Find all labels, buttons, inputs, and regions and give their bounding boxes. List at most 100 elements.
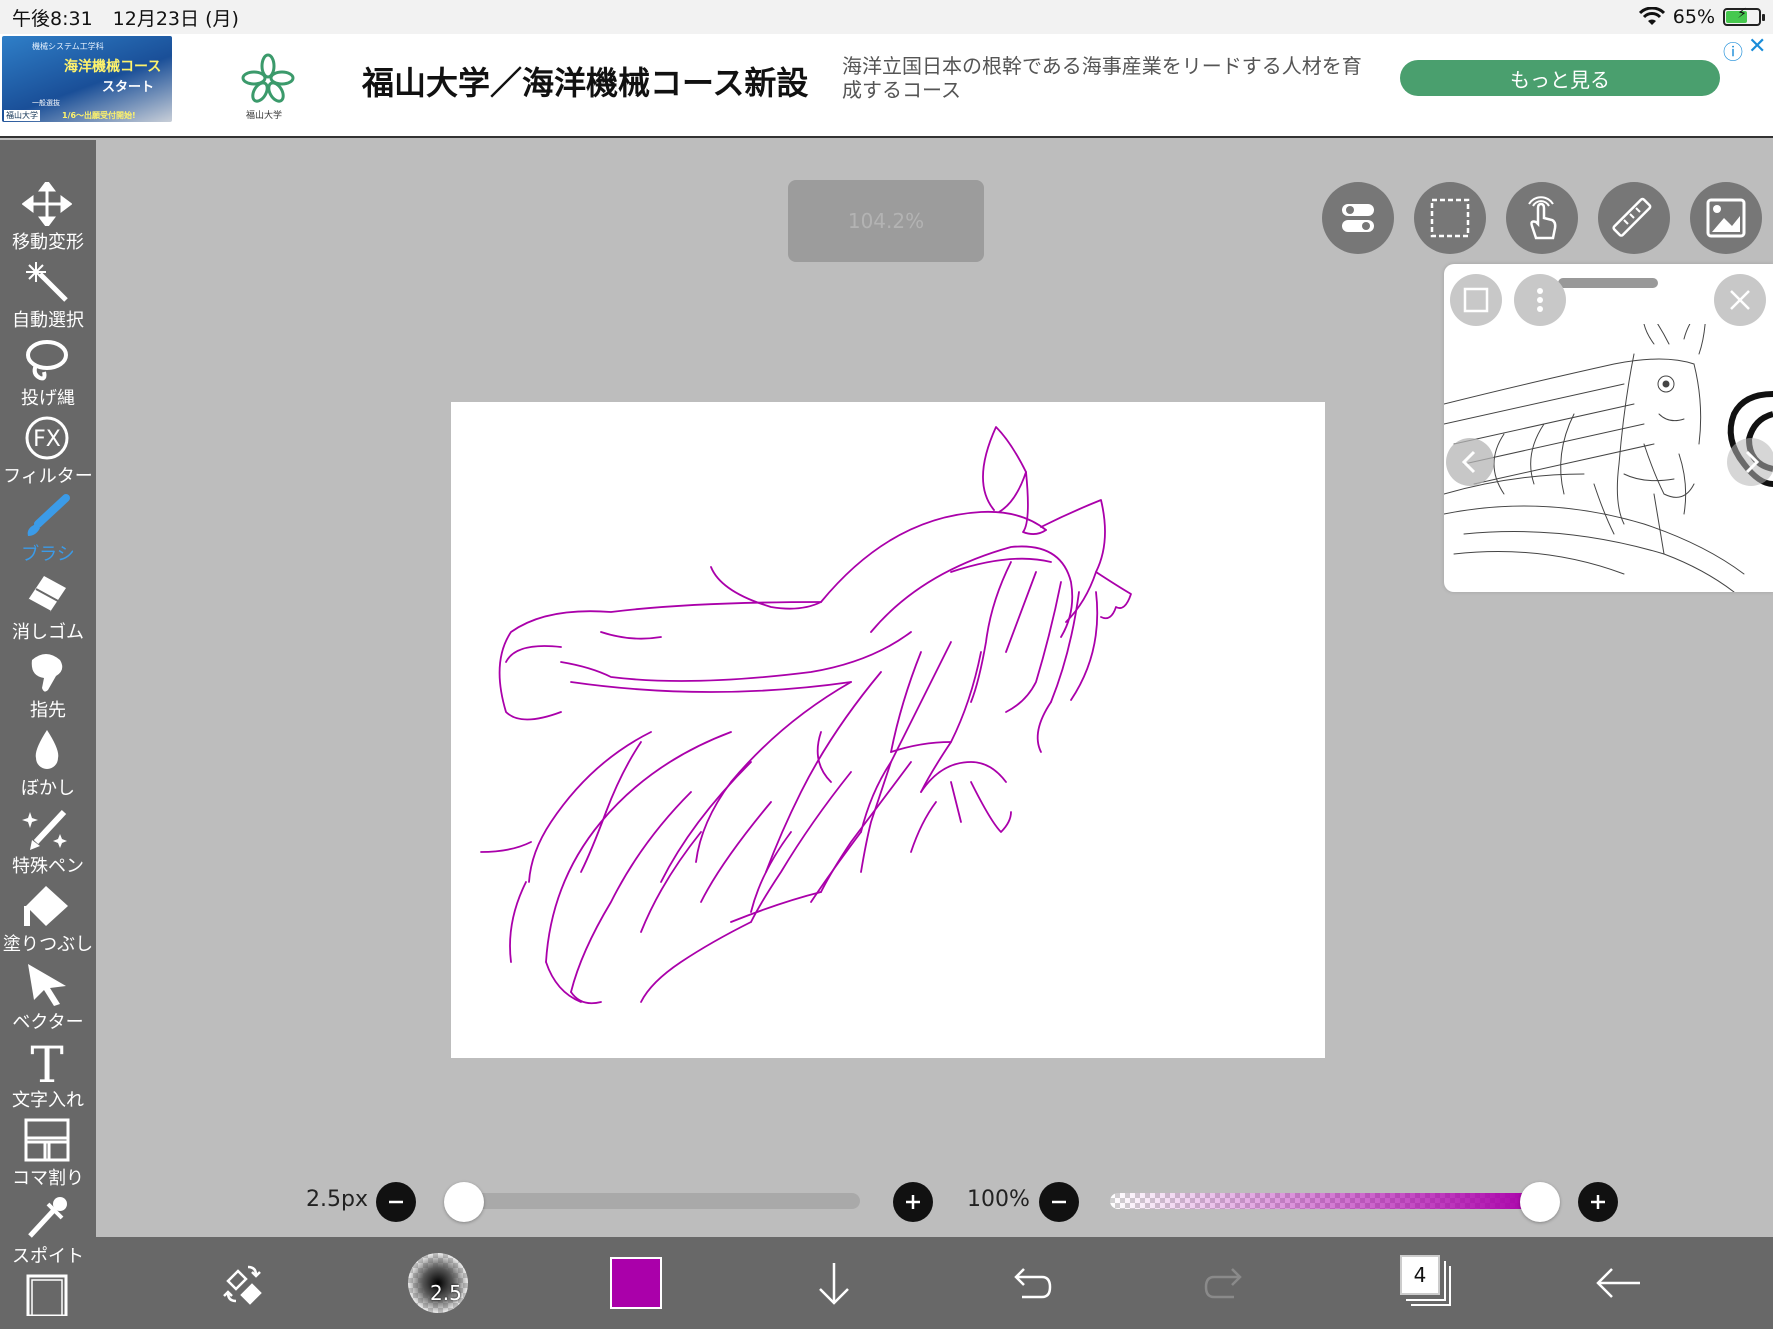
image-button[interactable] — [1690, 182, 1762, 254]
redo-icon — [1204, 1268, 1242, 1299]
touch-hand-icon — [1528, 196, 1557, 240]
tool-fill-label: 塗りつぶし — [2, 934, 94, 955]
eraser-icon — [27, 576, 66, 614]
brush-preview-button[interactable]: 2.5 — [408, 1253, 468, 1313]
tool-partial-bottom[interactable] — [0, 1270, 96, 1329]
status-time: 午後8:31 — [12, 7, 93, 30]
reference-close-button[interactable] — [1714, 274, 1766, 326]
brush-size-decrease-button[interactable] — [376, 1182, 416, 1222]
more-vertical-icon — [1537, 288, 1543, 312]
brush-icon — [27, 494, 70, 536]
cursor-arrow-icon — [28, 964, 66, 1006]
tool-filter[interactable]: FX フィルター — [0, 414, 96, 490]
ad-logo-text: 福山大学 — [246, 111, 283, 121]
status-date: 12月23日 (月) — [112, 7, 239, 30]
tool-vector[interactable]: ベクター — [0, 960, 96, 1036]
touch-button[interactable] — [1506, 182, 1578, 254]
finger-icon — [31, 654, 63, 692]
ruler-icon — [1612, 197, 1652, 237]
tool-fill[interactable]: 塗りつぶし — [0, 882, 96, 958]
ad-title[interactable]: 福山大学／海洋機械コース新設 — [362, 58, 808, 104]
tool-move[interactable]: 移動変形 — [0, 180, 96, 256]
app-root: 午後8:31 12月23日 (月) 65% ⚡ 機械システム工学科 海洋機械コー… — [0, 0, 1773, 1329]
tool-magic-wand[interactable]: 自動選択 — [0, 258, 96, 334]
fx-icon: FX — [25, 416, 69, 460]
tool-blur[interactable]: ぼかし — [0, 726, 96, 802]
layers-button[interactable]: 4 — [1400, 1255, 1451, 1306]
swap-icon — [223, 1265, 262, 1305]
tool-eraser[interactable]: 消しゴム — [0, 570, 96, 646]
text-icon: T — [30, 1040, 63, 1084]
ad-cta-button[interactable]: もっと見る — [1400, 60, 1720, 96]
tool-vector-label: ベクター — [12, 1012, 84, 1033]
tool-finger[interactable]: 指先 — [0, 648, 96, 724]
brush-size-slider[interactable] — [464, 1193, 860, 1209]
selection-button[interactable] — [1414, 182, 1486, 254]
tool-frame-label: コマ割り — [12, 1168, 84, 1189]
bottom-toolbar: 2.5 4 — [96, 1237, 1773, 1329]
ad-close-icon[interactable]: ✕ — [1748, 34, 1766, 59]
status-right: 65% ⚡ — [1638, 6, 1765, 28]
tool-special-pen[interactable]: 特殊ペン — [0, 804, 96, 880]
square-icon — [1463, 287, 1489, 313]
download-button[interactable] — [802, 1251, 866, 1315]
frame-divider-icon — [24, 1118, 70, 1162]
reference-prev-button[interactable] — [1446, 438, 1494, 486]
back-button[interactable] — [1586, 1251, 1650, 1315]
undo-icon — [1014, 1268, 1052, 1299]
tool-lasso[interactable]: 投げ縄 — [0, 336, 96, 412]
swap-color-button[interactable] — [210, 1251, 274, 1315]
ruler-button[interactable] — [1598, 182, 1670, 254]
toggle-button[interactable] — [1322, 182, 1394, 254]
brush-preview-size: 2.5 — [430, 1281, 462, 1305]
flower-logo-icon — [241, 53, 295, 103]
lasso-icon — [26, 340, 68, 381]
wifi-icon — [1638, 7, 1665, 25]
chevron-right-icon — [1745, 450, 1760, 474]
current-color-swatch[interactable] — [610, 1257, 662, 1309]
layer-frame-icon — [26, 1274, 68, 1316]
opacity-slider-thumb[interactable] — [1520, 1182, 1560, 1222]
tool-finger-label: 指先 — [30, 700, 66, 721]
brush-size-increase-button[interactable] — [893, 1182, 933, 1222]
opacity-increase-button[interactable] — [1578, 1182, 1618, 1222]
reference-next-button[interactable] — [1727, 438, 1773, 486]
ad-thumb-text-3: スタート — [102, 80, 155, 95]
arrow-down-icon — [819, 1263, 849, 1305]
reference-fit-button[interactable] — [1450, 274, 1502, 326]
chevron-left-icon — [1461, 450, 1476, 474]
status-bar: 午後8:31 12月23日 (月) 65% ⚡ — [0, 0, 1773, 34]
reference-menu-button[interactable] — [1514, 274, 1566, 326]
drawing-canvas[interactable] — [451, 402, 1325, 1058]
blur-drop-icon — [35, 730, 59, 769]
minus-icon — [389, 1200, 403, 1204]
tool-brush-label: ブラシ — [21, 544, 75, 565]
redo-button[interactable] — [1194, 1251, 1258, 1315]
ad-thumb-brand: 福山大学 — [4, 110, 40, 121]
ad-logo: 福山大学 — [238, 52, 298, 122]
eyedropper-icon — [28, 1197, 67, 1238]
ad-thumb-text-4: 一般選抜 — [32, 99, 60, 107]
tool-eyedropper[interactable]: スポイト — [0, 1194, 96, 1270]
svg-text:FX: FX — [33, 427, 61, 452]
close-icon — [1730, 290, 1750, 310]
tool-brush[interactable]: ブラシ — [0, 492, 96, 568]
ad-info-icon[interactable]: ⓘ — [1723, 36, 1743, 65]
ad-thumbnail[interactable]: 機械システム工学科 海洋機械コース スタート 一般選抜 1/6〜出願受付開始! … — [2, 36, 172, 122]
plus-icon — [906, 1195, 920, 1209]
opacity-slider[interactable] — [1110, 1193, 1540, 1209]
tool-text-label: 文字入れ — [12, 1090, 84, 1111]
reference-panel[interactable] — [1444, 264, 1773, 592]
tool-frame[interactable]: コマ割り — [0, 1116, 96, 1192]
ad-banner[interactable]: 機械システム工学科 海洋機械コース スタート 一般選抜 1/6〜出願受付開始! … — [0, 34, 1773, 138]
zoom-indicator: 104.2% — [788, 180, 984, 262]
tool-lasso-label: 投げ縄 — [21, 388, 75, 409]
opacity-decrease-button[interactable] — [1039, 1182, 1079, 1222]
tool-blur-label: ぼかし — [21, 778, 75, 799]
ad-thumb-text-5: 1/6〜出願受付開始! — [62, 111, 136, 120]
reference-panel-handle[interactable] — [1558, 278, 1658, 288]
tool-text[interactable]: T 文字入れ — [0, 1038, 96, 1114]
ad-thumb-text-1: 機械システム工学科 — [32, 42, 104, 51]
brush-size-slider-thumb[interactable] — [444, 1182, 484, 1222]
undo-button[interactable] — [998, 1251, 1062, 1315]
